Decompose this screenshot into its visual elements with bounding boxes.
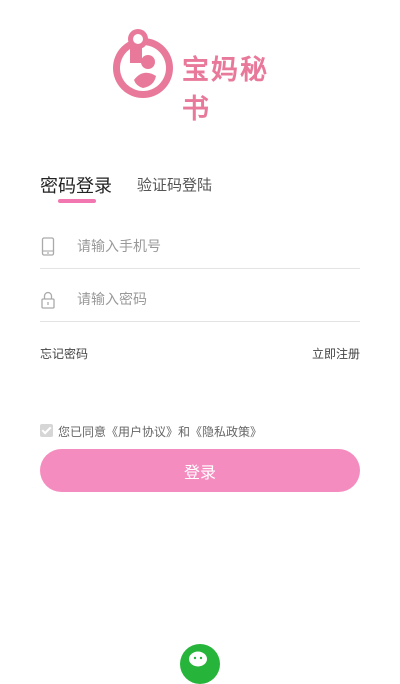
- mother-baby-logo-icon: [113, 29, 173, 98]
- phone-field: [40, 229, 360, 269]
- tab-code-login[interactable]: 验证码登陆: [137, 174, 212, 195]
- phone-input[interactable]: [75, 231, 359, 263]
- app-logo: 宝妈秘书: [110, 28, 290, 125]
- login-button[interactable]: 登录: [40, 449, 360, 492]
- password-field: [40, 282, 360, 322]
- agreement-checkbox[interactable]: [40, 424, 53, 437]
- agreement-text[interactable]: 您已同意《用户协议》和《隐私政策》: [58, 423, 262, 440]
- register-link[interactable]: 立即注册: [312, 345, 360, 362]
- phone-divider: [40, 268, 360, 269]
- phone-icon: [41, 237, 55, 256]
- tab-password-login[interactable]: 密码登录: [40, 172, 112, 198]
- active-tab-indicator: [58, 199, 96, 203]
- brand-name: 宝妈秘书: [182, 55, 269, 125]
- wechat-login-button[interactable]: [180, 644, 220, 684]
- wechat-icon: [189, 651, 207, 667]
- lock-icon: [41, 291, 55, 309]
- forgot-password-link[interactable]: 忘记密码: [40, 345, 88, 362]
- password-input[interactable]: [75, 284, 359, 316]
- password-divider: [40, 321, 360, 322]
